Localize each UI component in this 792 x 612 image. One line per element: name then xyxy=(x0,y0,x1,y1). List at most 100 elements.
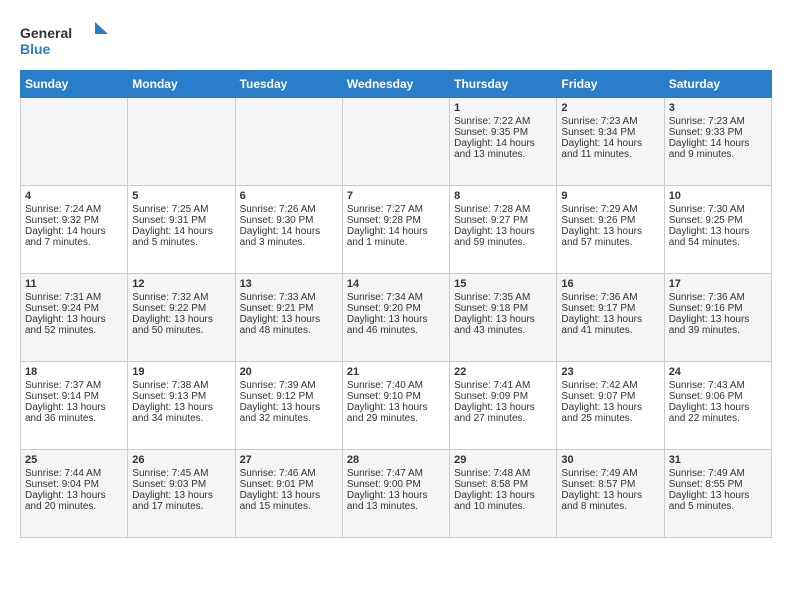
cell-detail: Sunrise: 7:38 AM xyxy=(132,380,230,391)
cell-detail: Daylight: 14 hours xyxy=(454,138,552,149)
cell-detail: Sunrise: 7:47 AM xyxy=(347,468,445,479)
day-number: 29 xyxy=(454,454,552,466)
day-header-friday: Friday xyxy=(557,71,664,98)
day-number: 30 xyxy=(561,454,659,466)
calendar-cell: 18Sunrise: 7:37 AMSunset: 9:14 PMDayligh… xyxy=(21,362,128,450)
cell-detail: Sunrise: 7:24 AM xyxy=(25,204,123,215)
cell-detail: Sunrise: 7:23 AM xyxy=(669,116,767,127)
day-number: 22 xyxy=(454,366,552,378)
cell-detail: Sunrise: 7:48 AM xyxy=(454,468,552,479)
calendar-cell: 26Sunrise: 7:45 AMSunset: 9:03 PMDayligh… xyxy=(128,450,235,538)
cell-detail: Sunset: 9:33 PM xyxy=(669,127,767,138)
cell-detail: Sunrise: 7:41 AM xyxy=(454,380,552,391)
cell-detail: Sunset: 8:58 PM xyxy=(454,479,552,490)
cell-detail: Sunset: 9:03 PM xyxy=(132,479,230,490)
cell-detail: and 41 minutes. xyxy=(561,325,659,336)
day-header-monday: Monday xyxy=(128,71,235,98)
cell-detail: Daylight: 13 hours xyxy=(454,226,552,237)
cell-detail: Sunrise: 7:30 AM xyxy=(669,204,767,215)
calendar-week-row: 11Sunrise: 7:31 AMSunset: 9:24 PMDayligh… xyxy=(21,274,772,362)
calendar-cell: 19Sunrise: 7:38 AMSunset: 9:13 PMDayligh… xyxy=(128,362,235,450)
calendar-cell: 23Sunrise: 7:42 AMSunset: 9:07 PMDayligh… xyxy=(557,362,664,450)
cell-detail: Daylight: 13 hours xyxy=(561,490,659,501)
cell-detail: Daylight: 13 hours xyxy=(669,402,767,413)
cell-detail: Daylight: 13 hours xyxy=(240,490,338,501)
cell-detail: Sunrise: 7:42 AM xyxy=(561,380,659,391)
logo-svg: General Blue xyxy=(20,20,110,60)
cell-detail: Sunset: 9:32 PM xyxy=(25,215,123,226)
cell-detail: Sunset: 9:04 PM xyxy=(25,479,123,490)
calendar-cell: 17Sunrise: 7:36 AMSunset: 9:16 PMDayligh… xyxy=(664,274,771,362)
calendar-cell: 28Sunrise: 7:47 AMSunset: 9:00 PMDayligh… xyxy=(342,450,449,538)
calendar-cell: 8Sunrise: 7:28 AMSunset: 9:27 PMDaylight… xyxy=(450,186,557,274)
cell-detail: Daylight: 13 hours xyxy=(454,490,552,501)
cell-detail: Sunset: 9:18 PM xyxy=(454,303,552,314)
cell-detail: Daylight: 13 hours xyxy=(561,314,659,325)
cell-detail: Sunset: 8:55 PM xyxy=(669,479,767,490)
cell-detail: Daylight: 14 hours xyxy=(132,226,230,237)
day-number: 31 xyxy=(669,454,767,466)
day-number: 23 xyxy=(561,366,659,378)
cell-detail: Sunrise: 7:27 AM xyxy=(347,204,445,215)
cell-detail: Sunrise: 7:40 AM xyxy=(347,380,445,391)
day-number: 9 xyxy=(561,190,659,202)
cell-detail: Daylight: 13 hours xyxy=(669,490,767,501)
day-number: 15 xyxy=(454,278,552,290)
cell-detail: and 59 minutes. xyxy=(454,237,552,248)
calendar-cell: 12Sunrise: 7:32 AMSunset: 9:22 PMDayligh… xyxy=(128,274,235,362)
calendar-cell: 27Sunrise: 7:46 AMSunset: 9:01 PMDayligh… xyxy=(235,450,342,538)
cell-detail: Sunrise: 7:31 AM xyxy=(25,292,123,303)
cell-detail: Daylight: 14 hours xyxy=(669,138,767,149)
calendar-cell xyxy=(342,98,449,186)
cell-detail: and 1 minute. xyxy=(347,237,445,248)
day-number: 5 xyxy=(132,190,230,202)
cell-detail: and 13 minutes. xyxy=(454,149,552,160)
day-number: 3 xyxy=(669,102,767,114)
calendar-cell: 9Sunrise: 7:29 AMSunset: 9:26 PMDaylight… xyxy=(557,186,664,274)
cell-detail: and 11 minutes. xyxy=(561,149,659,160)
calendar-cell: 16Sunrise: 7:36 AMSunset: 9:17 PMDayligh… xyxy=(557,274,664,362)
calendar-cell: 6Sunrise: 7:26 AMSunset: 9:30 PMDaylight… xyxy=(235,186,342,274)
cell-detail: Daylight: 13 hours xyxy=(669,226,767,237)
cell-detail: Sunrise: 7:22 AM xyxy=(454,116,552,127)
cell-detail: Sunrise: 7:28 AM xyxy=(454,204,552,215)
day-number: 16 xyxy=(561,278,659,290)
calendar-cell xyxy=(21,98,128,186)
cell-detail: and 48 minutes. xyxy=(240,325,338,336)
day-number: 21 xyxy=(347,366,445,378)
calendar-cell: 10Sunrise: 7:30 AMSunset: 9:25 PMDayligh… xyxy=(664,186,771,274)
cell-detail: Daylight: 13 hours xyxy=(561,402,659,413)
cell-detail: and 34 minutes. xyxy=(132,413,230,424)
cell-detail: Sunrise: 7:39 AM xyxy=(240,380,338,391)
cell-detail: Sunset: 9:25 PM xyxy=(669,215,767,226)
cell-detail: Sunrise: 7:43 AM xyxy=(669,380,767,391)
day-header-thursday: Thursday xyxy=(450,71,557,98)
cell-detail: Daylight: 13 hours xyxy=(240,402,338,413)
cell-detail: Sunrise: 7:32 AM xyxy=(132,292,230,303)
cell-detail: Sunrise: 7:34 AM xyxy=(347,292,445,303)
cell-detail: and 46 minutes. xyxy=(347,325,445,336)
cell-detail: Sunset: 9:26 PM xyxy=(561,215,659,226)
day-number: 4 xyxy=(25,190,123,202)
cell-detail: Sunrise: 7:49 AM xyxy=(561,468,659,479)
cell-detail: and 7 minutes. xyxy=(25,237,123,248)
cell-detail: Sunset: 9:31 PM xyxy=(132,215,230,226)
cell-detail: and 39 minutes. xyxy=(669,325,767,336)
cell-detail: Daylight: 13 hours xyxy=(240,314,338,325)
calendar-cell xyxy=(128,98,235,186)
cell-detail: Sunset: 9:10 PM xyxy=(347,391,445,402)
cell-detail: Daylight: 13 hours xyxy=(25,490,123,501)
calendar-cell: 30Sunrise: 7:49 AMSunset: 8:57 PMDayligh… xyxy=(557,450,664,538)
calendar-week-row: 1Sunrise: 7:22 AMSunset: 9:35 PMDaylight… xyxy=(21,98,772,186)
cell-detail: and 50 minutes. xyxy=(132,325,230,336)
cell-detail: and 29 minutes. xyxy=(347,413,445,424)
day-number: 17 xyxy=(669,278,767,290)
cell-detail: and 43 minutes. xyxy=(454,325,552,336)
cell-detail: and 32 minutes. xyxy=(240,413,338,424)
cell-detail: Sunset: 9:30 PM xyxy=(240,215,338,226)
cell-detail: Sunset: 9:34 PM xyxy=(561,127,659,138)
calendar-table: SundayMondayTuesdayWednesdayThursdayFrid… xyxy=(20,70,772,538)
cell-detail: Daylight: 14 hours xyxy=(240,226,338,237)
cell-detail: and 54 minutes. xyxy=(669,237,767,248)
cell-detail: Sunrise: 7:33 AM xyxy=(240,292,338,303)
